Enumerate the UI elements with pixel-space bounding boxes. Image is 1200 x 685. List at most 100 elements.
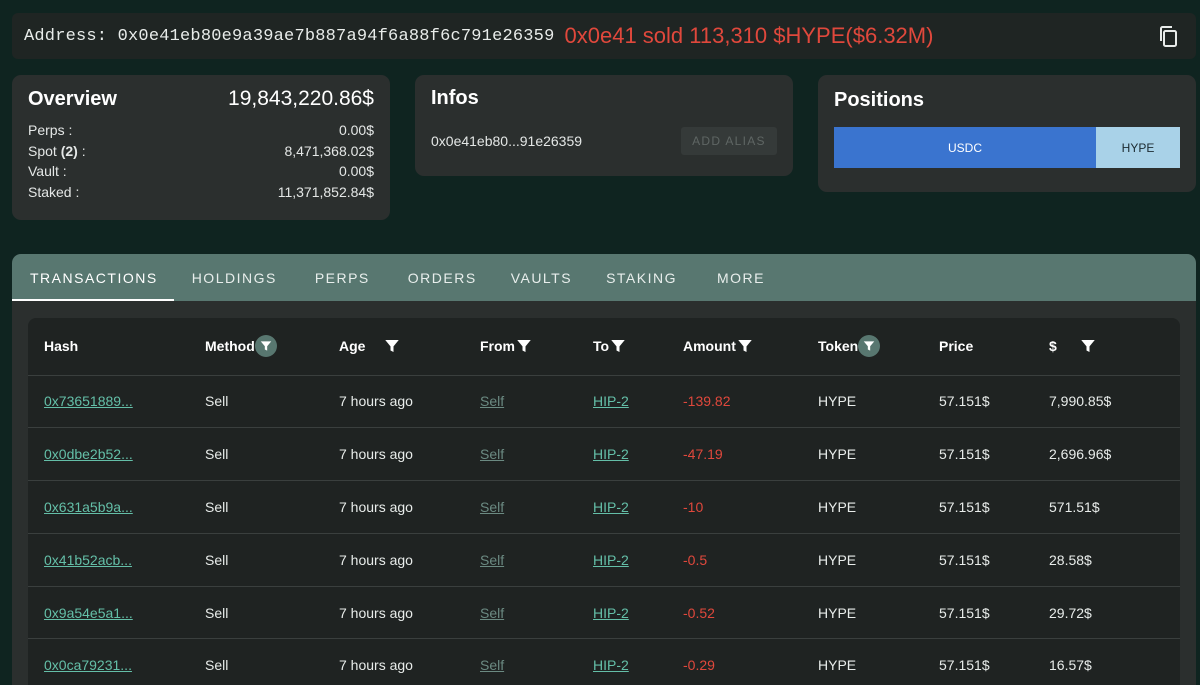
positions-card: Positions USDC HYPE: [818, 75, 1196, 192]
tx-hash-link[interactable]: 0x73651889...: [44, 393, 133, 409]
overview-row-vault: Vault : 0.00$: [28, 161, 374, 182]
usd-cell: 16.57$: [1033, 638, 1180, 685]
price-cell: 57.151$: [923, 533, 1033, 587]
positions-bar: USDC HYPE: [834, 127, 1180, 168]
price-cell: 57.151$: [923, 586, 1033, 640]
tx-hash-link[interactable]: 0x0dbe2b52...: [44, 446, 133, 462]
price-cell: 57.151$: [923, 638, 1033, 685]
overview-title: Overview: [28, 88, 117, 110]
to-link[interactable]: HIP-2: [593, 552, 629, 568]
token-cell: HYPE: [802, 638, 923, 685]
tab-transactions[interactable]: TRANSACTIONS: [12, 254, 174, 301]
to-link[interactable]: HIP-2: [593, 393, 629, 409]
short-address: 0x0e41eb80...91e26359: [431, 133, 583, 149]
positions-title: Positions: [834, 89, 925, 111]
amount-cell: -10: [667, 480, 802, 534]
age-cell: 7 hours ago: [323, 638, 464, 685]
overview-row-label: Spot (2) :: [28, 142, 86, 159]
overview-row-perps: Perps : 0.00$: [28, 120, 374, 141]
transactions-table-container: Hash Method Age From To Amount Token Pri…: [28, 318, 1180, 685]
col-usd: $: [1033, 318, 1180, 376]
tx-hash-link[interactable]: 0x0ca79231...: [44, 657, 132, 673]
amount-cell: -139.82: [667, 375, 802, 429]
to-link[interactable]: HIP-2: [593, 657, 629, 673]
tab-more[interactable]: MORE: [699, 254, 783, 301]
transactions-table: Hash Method Age From To Amount Token Pri…: [28, 318, 1180, 685]
from-filter-icon[interactable]: [515, 337, 533, 355]
to-link[interactable]: HIP-2: [593, 446, 629, 462]
overview-row-value: 8,471,368.02$: [284, 142, 374, 159]
method-cell: Sell: [189, 480, 323, 534]
overview-row-spot: Spot (2) : 8,471,368.02$: [28, 141, 374, 162]
tab-holdings[interactable]: HOLDINGS: [174, 254, 297, 301]
tab-vaults[interactable]: VAULTS: [493, 254, 588, 301]
method-cell: Sell: [189, 427, 323, 482]
copy-icon[interactable]: [1156, 24, 1180, 48]
age-cell: 7 hours ago: [323, 427, 464, 482]
add-alias-button[interactable]: ADD ALIAS: [681, 127, 777, 155]
from-link[interactable]: Self: [480, 552, 504, 568]
usd-cell: 2,696.96$: [1033, 427, 1180, 482]
tx-hash-link[interactable]: 0x41b52acb...: [44, 552, 132, 568]
age-cell: 7 hours ago: [323, 480, 464, 534]
amount-cell: -0.52: [667, 586, 802, 640]
table-row[interactable]: 0x631a5b9a... Sell 7 hours ago Self HIP-…: [28, 480, 1180, 534]
col-price: Price: [923, 318, 1033, 376]
address-bar: Address: 0x0e41eb80e9a39ae7b887a94f6a88f…: [12, 13, 1196, 59]
age-cell: 7 hours ago: [323, 533, 464, 587]
table-row[interactable]: 0x41b52acb... Sell 7 hours ago Self HIP-…: [28, 533, 1180, 587]
from-link[interactable]: Self: [480, 446, 504, 462]
token-cell: HYPE: [802, 586, 923, 640]
overview-row-value: 0.00$: [338, 163, 374, 179]
tab-staking[interactable]: STAKING: [588, 254, 699, 301]
token-filter-icon[interactable]: [858, 335, 881, 358]
table-header-row: Hash Method Age From To Amount Token Pri…: [28, 318, 1180, 376]
amount-filter-icon[interactable]: [736, 337, 754, 355]
from-link[interactable]: Self: [480, 499, 504, 515]
age-cell: 7 hours ago: [323, 375, 464, 429]
to-link[interactable]: HIP-2: [593, 605, 629, 621]
from-link[interactable]: Self: [480, 657, 504, 673]
amount-cell: -47.19: [667, 427, 802, 482]
overview-row-value: 11,371,852.84$: [277, 183, 374, 200]
position-segment-usdc[interactable]: USDC: [834, 127, 1096, 168]
from-link[interactable]: Self: [480, 393, 504, 409]
overview-total: 19,843,220.86$: [228, 87, 374, 110]
table-row[interactable]: 0x73651889... Sell 7 hours ago Self HIP-…: [28, 375, 1180, 429]
price-cell: 57.151$: [923, 427, 1033, 482]
col-age: Age: [323, 318, 464, 376]
to-filter-icon[interactable]: [609, 337, 627, 355]
tab-bar: TRANSACTIONS HOLDINGS PERPS ORDERS VAULT…: [12, 254, 1196, 301]
table-row[interactable]: 0x9a54e5a1... Sell 7 hours ago Self HIP-…: [28, 586, 1180, 640]
tab-orders[interactable]: ORDERS: [390, 254, 493, 301]
col-token: Token: [802, 318, 923, 376]
token-cell: HYPE: [802, 533, 923, 587]
col-to: To: [577, 318, 667, 376]
table-row[interactable]: 0x0dbe2b52... Sell 7 hours ago Self HIP-…: [28, 427, 1180, 482]
infos-title: Infos: [431, 87, 479, 109]
overview-row-label: Staked :: [28, 183, 80, 200]
from-link[interactable]: Self: [480, 605, 504, 621]
address-label: Address: 0x0e41eb80e9a39ae7b887a94f6a88f…: [24, 26, 555, 46]
usd-cell: 28.58$: [1033, 533, 1180, 587]
method-filter-icon[interactable]: [254, 335, 277, 358]
overview-row-label: Perps :: [28, 122, 73, 138]
age-filter-icon[interactable]: [383, 337, 401, 355]
col-hash: Hash: [28, 318, 189, 376]
price-cell: 57.151$: [923, 375, 1033, 429]
method-cell: Sell: [189, 375, 323, 429]
col-method: Method: [189, 318, 323, 376]
col-from: From: [464, 318, 577, 376]
overview-row-label: Vault :: [28, 163, 67, 179]
tx-hash-link[interactable]: 0x9a54e5a1...: [44, 605, 133, 621]
usd-filter-icon[interactable]: [1079, 337, 1097, 355]
table-row[interactable]: 0x0ca79231... Sell 7 hours ago Self HIP-…: [28, 638, 1180, 685]
to-link[interactable]: HIP-2: [593, 499, 629, 515]
token-cell: HYPE: [802, 375, 923, 429]
usd-cell: 29.72$: [1033, 586, 1180, 640]
token-cell: HYPE: [802, 480, 923, 534]
tx-hash-link[interactable]: 0x631a5b9a...: [44, 499, 133, 515]
tab-perps[interactable]: PERPS: [297, 254, 390, 301]
position-segment-hype[interactable]: HYPE: [1096, 127, 1180, 168]
method-cell: Sell: [189, 533, 323, 587]
